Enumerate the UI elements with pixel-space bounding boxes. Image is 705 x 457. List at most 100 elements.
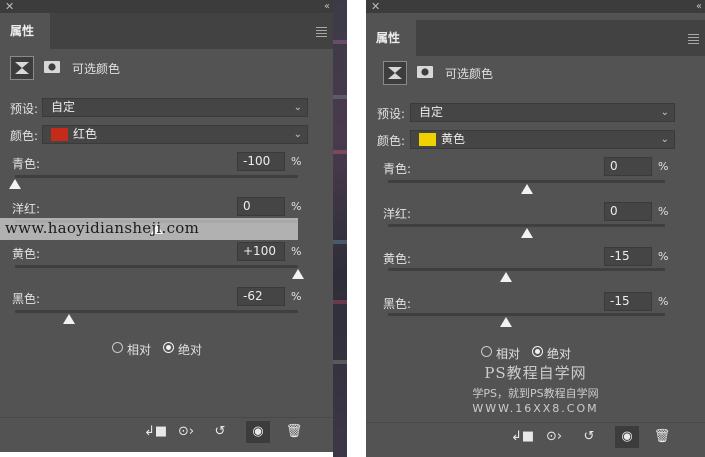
preset-value: 自定 [419,105,444,119]
magenta-input[interactable]: 0 [604,202,652,221]
close-icon[interactable]: ✕ [371,0,380,13]
method-radio-group: 相对 绝对 [112,341,222,357]
colors-label: 颜色: [10,129,39,143]
adjustment-title: 可选颜色 [445,67,494,81]
percent-label: % [658,160,669,173]
black-label: 黑色: [12,292,41,306]
radio-absolute[interactable] [532,346,543,357]
chevron-down-icon: ⌄ [293,129,302,140]
percent-label: % [658,250,669,263]
percent-label: % [658,295,669,308]
trash-icon[interactable]: 🗑 [285,424,303,440]
clip-to-layer-icon[interactable]: ↲■ [511,429,534,445]
radio-relative[interactable] [481,346,492,357]
black-input[interactable]: -62 [237,287,285,306]
watermark-url: www.haoyidiansheji.com [0,218,298,240]
radio-absolute[interactable] [163,342,174,353]
background-strip [333,0,347,457]
yellow-label: 黄色: [12,247,41,261]
yellow-label: 黄色: [383,252,412,266]
black-input[interactable]: -15 [604,292,652,311]
preset-dropdown[interactable]: 自定 ⌄ [42,98,308,117]
magenta-label: 洋红: [383,207,412,221]
colors-label: 颜色: [377,134,406,148]
preset-label: 预设: [10,102,39,116]
panel-title-bar: ✕ ‹‹ [366,0,705,13]
absolute-label: 绝对 [178,343,203,357]
preset-label: 预设: [377,107,406,121]
tab-bar: 属性 [0,13,333,49]
trash-icon[interactable]: 🗑 [653,429,671,445]
yellow-slider-thumb[interactable] [292,269,304,279]
colors-value: 红色 [73,127,98,141]
layer-mask-icon[interactable] [40,56,64,80]
watermark-ps: PS教程自学网 学PS，就到PS教程自学网 WWW.16XX8.COM [366,362,705,415]
color-swatch [419,133,436,146]
preset-value: 自定 [51,100,76,114]
panel-menu-icon[interactable] [688,34,699,46]
black-slider-track[interactable] [15,310,298,313]
yellow-input[interactable]: -15 [604,247,652,266]
magenta-slider-track[interactable] [388,224,665,227]
cyan-slider-track[interactable] [15,175,298,178]
cyan-label: 青色: [12,157,41,171]
panel-menu-icon[interactable] [316,27,327,39]
watermark-ps-title: PS教程自学网 [484,364,587,382]
layer-mask-icon[interactable] [413,61,437,85]
reset-icon[interactable]: ↺ [580,429,598,445]
percent-label: % [291,200,302,213]
yellow-slider-track[interactable] [15,265,298,268]
bottom-toolbar: ↲■ ⊙› ↺ ◉ 🗑 [366,422,705,452]
collapse-icon[interactable]: ‹‹ [696,0,702,13]
magenta-label: 洋红: [12,202,41,216]
collapse-icon[interactable]: ‹‹ [324,0,330,13]
radio-relative[interactable] [112,342,123,353]
clip-to-layer-icon[interactable]: ↲■ [144,424,167,440]
visibility-eye-icon[interactable]: ◉ [246,421,270,443]
bottom-toolbar: ↲■ ⊙› ↺ ◉ 🗑 [0,417,333,447]
chevron-down-icon: ⌄ [293,102,302,113]
method-radio-group: 相对 绝对 [481,345,591,361]
yellow-slider-track[interactable] [388,268,665,271]
watermark-url-text: www.haoyidiansheji.com [5,219,200,237]
chevron-down-icon: ⌄ [660,134,669,145]
tab-properties[interactable]: 属性 [366,20,416,56]
yellow-input[interactable]: +100 [237,242,285,261]
black-slider-thumb[interactable] [62,314,75,324]
cyan-slider-thumb[interactable] [9,179,21,189]
view-previous-state-icon[interactable]: ⊙› [177,424,195,440]
yellow-slider-thumb[interactable] [499,272,512,282]
black-slider-thumb[interactable] [499,317,512,327]
cyan-label: 青色: [383,162,412,176]
absolute-label: 绝对 [547,347,572,361]
panel-title-bar: ✕ ‹‹ [0,0,333,13]
black-slider-track[interactable] [388,313,665,316]
view-previous-state-icon[interactable]: ⊙› [545,429,563,445]
tab-properties[interactable]: 属性 [0,13,50,49]
chevron-down-icon: ⌄ [660,107,669,118]
adjustment-title: 可选颜色 [72,62,121,76]
relative-label: 相对 [496,347,521,361]
preset-dropdown[interactable]: 自定 ⌄ [410,103,675,122]
properties-panel-left: ✕ ‹‹ 属性 可选颜色 预设: 自定 ⌄ 颜色: 红色 ⌄ 青色: -100 … [0,0,333,452]
color-swatch [51,128,68,141]
cyan-slider-track[interactable] [388,180,665,183]
selective-color-icon [383,61,407,85]
magenta-input[interactable]: 0 [237,197,285,216]
black-label: 黑色: [383,297,412,311]
percent-label: % [291,245,302,258]
magenta-slider-thumb[interactable] [520,228,533,238]
colors-dropdown[interactable]: 黄色 ⌄ [410,130,675,149]
relative-label: 相对 [127,343,152,357]
reset-icon[interactable]: ↺ [211,424,229,440]
properties-panel-right: ✕ ‹‹ 属性 可选颜色 预设: 自定 ⌄ 颜色: 黄色 ⌄ 青色: 0 % 洋… [366,0,705,457]
cyan-slider-thumb[interactable] [520,184,533,194]
visibility-eye-icon[interactable]: ◉ [615,426,639,448]
close-icon[interactable]: ✕ [5,0,14,13]
watermark-ps-url: WWW.16XX8.COM [472,402,599,415]
selective-color-icon [10,56,34,80]
cyan-input[interactable]: 0 [604,157,652,176]
cyan-input[interactable]: -100 [237,152,285,171]
colors-value: 黄色 [441,132,466,146]
colors-dropdown[interactable]: 红色 ⌄ [42,125,308,144]
